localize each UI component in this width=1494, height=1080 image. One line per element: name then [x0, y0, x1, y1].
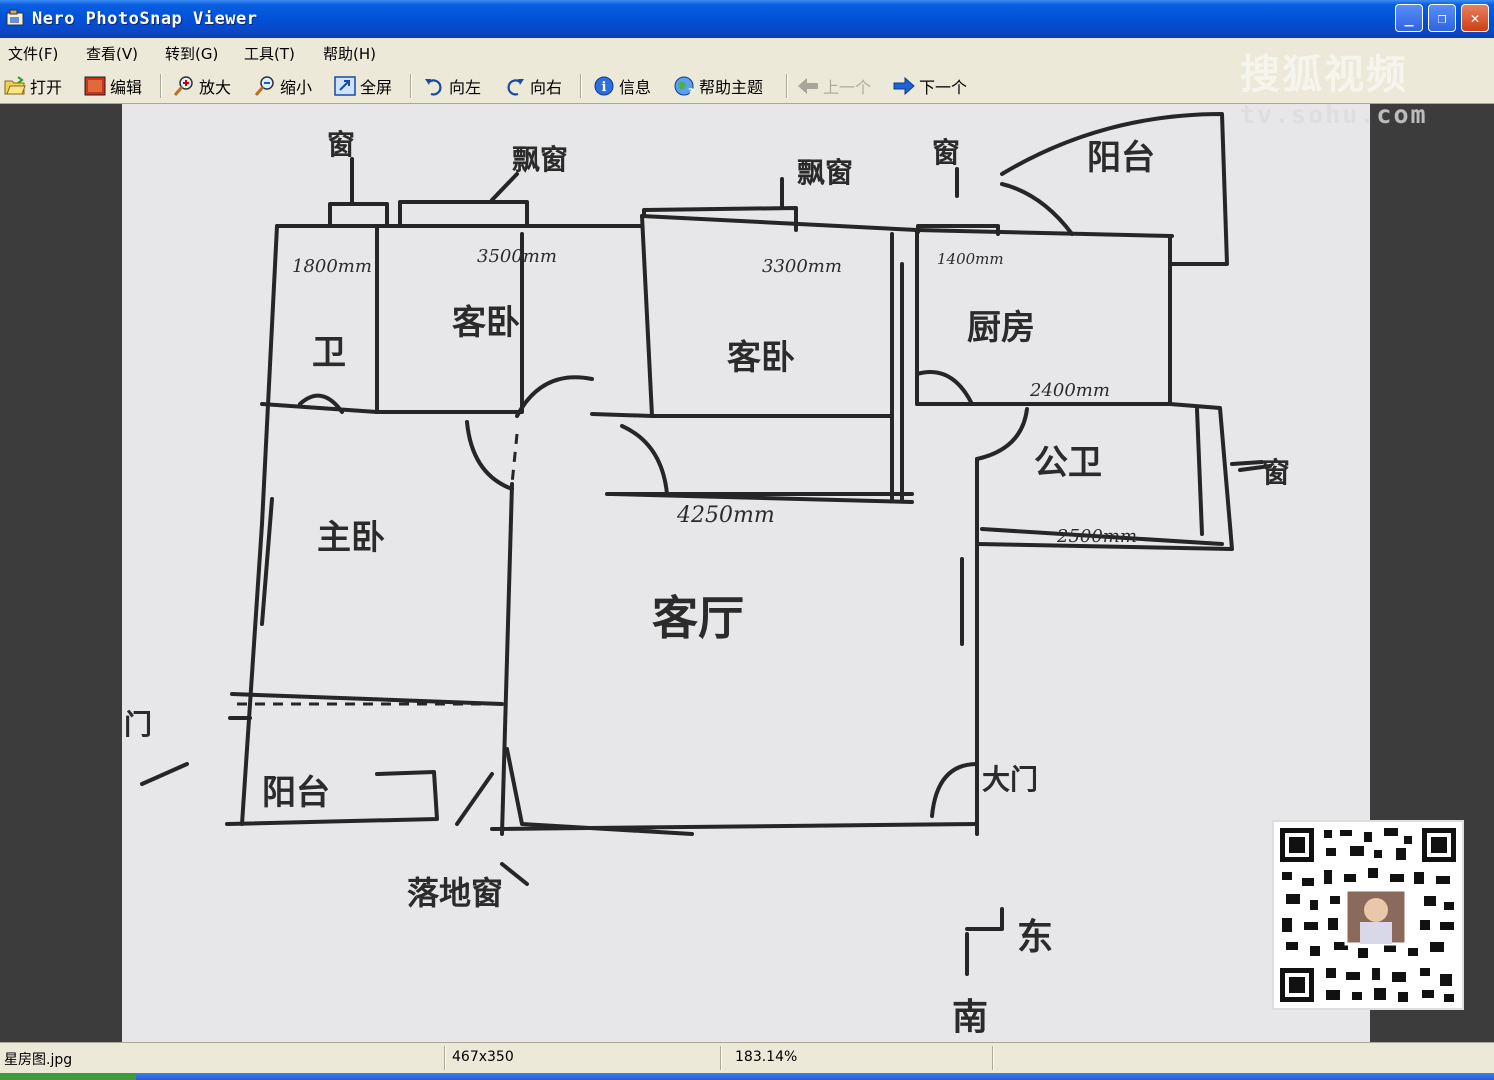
toolbar-separator	[580, 74, 582, 98]
dim-2400: 2400mm	[1029, 380, 1110, 401]
status-zoom: 183.14%	[735, 1049, 798, 1065]
image-viewport[interactable]: 卫 客卧 客卧 厨房 阳台 公卫 主卧 客厅 阳台 窗 飘窗 飘窗 窗 窗 落地…	[0, 104, 1494, 1042]
help-topics-button[interactable]: ? 帮助主题	[673, 74, 763, 98]
watermark-brand: 搜狐视频	[1240, 52, 1408, 98]
toolbar-separator	[410, 74, 412, 98]
next-label: 下一个	[919, 78, 968, 97]
status-filename: 星房图.jpg	[4, 1052, 73, 1068]
menu-tools[interactable]: 工具(T)	[244, 43, 295, 64]
room-bedroom2: 客卧	[727, 338, 795, 378]
status-divider	[444, 1046, 446, 1070]
status-divider	[720, 1046, 722, 1070]
window-label-w1: 窗	[327, 128, 355, 161]
info-label: 信息	[619, 78, 652, 97]
qr-code	[1272, 820, 1464, 1010]
window-label-w4: 窗	[932, 136, 960, 169]
open-label: 打开	[30, 78, 63, 97]
taskbar	[0, 1073, 1494, 1080]
room-living-room: 客厅	[652, 591, 744, 645]
door-label: 大门	[982, 763, 1038, 796]
dim-3300: 3300mm	[762, 256, 842, 277]
open-button[interactable]: 打开	[4, 74, 62, 98]
info-icon: i	[593, 75, 615, 97]
minimize-button[interactable]: _	[1395, 4, 1423, 32]
menu-goto[interactable]: 转到(G)	[165, 43, 218, 64]
help-topics-label: 帮助主题	[699, 78, 764, 97]
start-button[interactable]	[0, 1073, 136, 1080]
qr-code-icon	[1274, 822, 1462, 1008]
menu-view[interactable]: 查看(V)	[86, 43, 138, 64]
menu-help[interactable]: 帮助(H)	[323, 43, 376, 64]
room-balcony-bottom: 阳台	[262, 773, 330, 813]
rotate-right-label: 向右	[530, 78, 563, 97]
zoom-in-icon	[173, 75, 195, 97]
arrow-left-icon	[797, 75, 819, 97]
zoom-out-button[interactable]: 缩小	[254, 74, 312, 98]
status-dimensions: 467x350	[452, 1049, 514, 1065]
compass-south: 南	[952, 996, 988, 1038]
svg-text:i: i	[602, 80, 607, 95]
help-globe-icon: ?	[673, 75, 695, 97]
room-kitchen: 厨房	[967, 308, 1035, 348]
dim-3500: 3500mm	[477, 246, 557, 267]
door-label-left: 门	[124, 708, 152, 741]
zoom-out-label: 缩小	[280, 78, 313, 97]
rotate-left-icon	[423, 75, 445, 97]
room-guest-bedroom: 客卧	[452, 303, 520, 343]
zoom-in-label: 放大	[199, 78, 232, 97]
status-divider	[992, 1046, 994, 1070]
rotate-left-button[interactable]: 向左	[423, 74, 481, 98]
dim-4250: 4250mm	[676, 503, 775, 528]
edit-label: 编辑	[110, 78, 143, 97]
dim-2500: 2500mm	[1056, 526, 1137, 547]
room-balcony-top: 阳台	[1087, 138, 1155, 178]
edit-button[interactable]: 编辑	[84, 74, 142, 98]
info-button[interactable]: i 信息	[593, 74, 651, 98]
arrow-right-icon	[893, 75, 915, 97]
app-icon	[6, 9, 24, 26]
floorplan-photo: 卫 客卧 客卧 厨房 阳台 公卫 主卧 客厅 阳台 窗 飘窗 飘窗 窗 窗 落地…	[122, 104, 1370, 1042]
edit-icon	[84, 75, 106, 97]
previous-label: 上一个	[823, 78, 872, 97]
rotate-right-button[interactable]: 向右	[504, 74, 562, 98]
window-label-w6: 落地窗	[407, 874, 503, 912]
rotate-right-icon	[504, 75, 526, 97]
status-bar: 星房图.jpg 467x350 183.14%	[0, 1042, 1494, 1073]
window-label-w3: 飘窗	[797, 156, 853, 189]
room-public-bath: 公卫	[1034, 443, 1102, 483]
room-master-bedroom: 主卧	[317, 518, 385, 558]
watermark-url: tv.sohu.com	[1240, 100, 1428, 129]
dim-1400: 1400mm	[937, 250, 1004, 268]
restore-button[interactable]: ❐	[1428, 4, 1456, 32]
room-bath-small: 卫	[312, 333, 346, 373]
toolbar-separator	[160, 74, 162, 98]
fullscreen-label: 全屏	[360, 78, 393, 97]
fullscreen-button[interactable]: 全屏	[334, 74, 392, 98]
svg-text:?: ?	[688, 87, 694, 97]
zoom-in-button[interactable]: 放大	[173, 74, 231, 98]
window-title: Nero PhotoSnap Viewer	[32, 9, 258, 29]
title-bar: Nero PhotoSnap Viewer _ ❐ ✕	[0, 0, 1494, 38]
window-label-w2: 飘窗	[512, 143, 568, 176]
close-button[interactable]: ✕	[1461, 4, 1489, 32]
fullscreen-icon	[334, 75, 356, 97]
zoom-out-icon	[254, 75, 276, 97]
dim-1800: 1800mm	[292, 256, 372, 277]
open-folder-icon	[4, 75, 26, 97]
floorplan-drawing: 卫 客卧 客卧 厨房 阳台 公卫 主卧 客厅 阳台 窗 飘窗 飘窗 窗 窗 落地…	[124, 112, 1290, 1038]
next-button[interactable]: 下一个	[893, 74, 967, 98]
window-label-w5: 窗	[1262, 456, 1290, 489]
compass-east: 东	[1017, 916, 1053, 958]
toolbar-separator	[786, 74, 788, 98]
rotate-left-label: 向左	[449, 78, 482, 97]
previous-button[interactable]: 上一个	[797, 74, 871, 98]
menu-file[interactable]: 文件(F)	[8, 43, 58, 64]
